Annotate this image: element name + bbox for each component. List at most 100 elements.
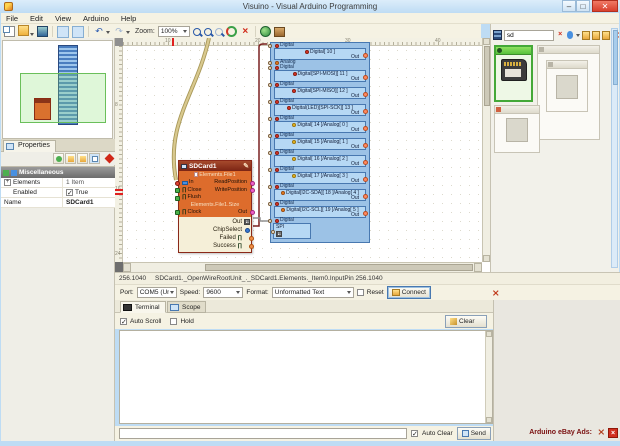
props-view-button[interactable] <box>89 153 100 164</box>
menu-arduino[interactable]: Arduino <box>78 13 114 23</box>
props-expand-button[interactable] <box>65 153 76 164</box>
out-pin-connector[interactable] <box>363 194 368 199</box>
toolbox-tile[interactable] <box>494 105 540 153</box>
chipselect-pin-connector[interactable] <box>245 228 250 233</box>
maximize-button[interactable]: □ <box>576 0 590 12</box>
scroll-up-button[interactable] <box>486 331 492 337</box>
menu-help[interactable]: Help <box>116 13 141 23</box>
auto-scroll-checkbox[interactable] <box>120 318 127 325</box>
spi-in-pin-connector[interactable] <box>276 231 282 237</box>
terminal-output[interactable] <box>119 330 493 424</box>
design-canvas[interactable]: 10 20 30 40 8 16 24 SDCard1 ✎ <box>115 38 490 272</box>
minimap-viewport-rect[interactable] <box>20 73 106 123</box>
pin-connector[interactable] <box>268 151 272 155</box>
component-search-input[interactable] <box>504 30 554 41</box>
expand-icon[interactable]: + <box>4 179 11 186</box>
build-upload-button[interactable] <box>226 26 237 37</box>
out-pin-connector[interactable] <box>363 75 368 80</box>
pin-connector[interactable] <box>268 219 272 223</box>
out-pin-connector[interactable] <box>363 160 368 165</box>
board-grid-icon[interactable] <box>493 30 502 40</box>
scroll-down-button[interactable] <box>483 255 490 262</box>
tab-terminal[interactable]: Terminal <box>120 301 166 313</box>
canvas-horizontal-scrollbar[interactable] <box>123 262 482 272</box>
scroll-right-button[interactable] <box>474 263 482 272</box>
toolbox-category-icon[interactable] <box>582 31 590 40</box>
spi-out-pin-connector[interactable] <box>244 219 250 225</box>
delete-button[interactable]: × <box>240 26 251 37</box>
web-link-icon[interactable] <box>260 26 271 37</box>
chevron-down-icon[interactable] <box>576 34 580 37</box>
port-select[interactable]: COM5 (Unava <box>137 287 177 298</box>
toolbox-tile-sdcard-selected[interactable] <box>494 45 533 102</box>
undo-button[interactable]: ↶ <box>93 26 110 37</box>
ads-settings-wrench-icon[interactable]: ⨯ <box>597 427 605 438</box>
scroll-up-button[interactable] <box>483 38 490 45</box>
toolbox-subtile[interactable] <box>546 60 588 112</box>
scroll-thumb[interactable] <box>205 264 473 271</box>
pin-connector[interactable] <box>268 117 272 121</box>
save-button[interactable] <box>37 26 48 37</box>
pin-connector[interactable] <box>268 83 272 87</box>
toolbox-category-icon[interactable] <box>602 31 610 40</box>
clear-button[interactable]: Clear <box>445 315 487 328</box>
scroll-thumb[interactable] <box>613 30 618 85</box>
out-pin-connector[interactable] <box>363 53 368 58</box>
toggle-left-panel-button[interactable] <box>57 26 69 38</box>
redo-button[interactable]: ↷ <box>113 26 130 37</box>
success-pin-connector[interactable] <box>249 244 254 249</box>
canvas-vertical-scrollbar[interactable] <box>482 38 490 262</box>
arduino-board-component[interactable]: Digital Digital[ 10 ]Out Analog Digital … <box>270 42 370 243</box>
zoom-in-button[interactable] <box>193 28 201 36</box>
tab-properties[interactable]: Properties <box>3 140 56 152</box>
board-spi-channel[interactable]: SPI <box>273 223 311 239</box>
pin-connector[interactable] <box>268 66 272 70</box>
project-minimap[interactable] <box>2 40 113 139</box>
properties-category-header[interactable]: Miscellaneous <box>1 167 115 178</box>
property-row-enabled[interactable]: Enabled True <box>1 188 115 198</box>
terminal-scrollbar[interactable] <box>485 331 492 423</box>
user-filter-icon[interactable] <box>567 31 574 39</box>
zoom-out-button[interactable] <box>215 28 223 36</box>
pin-connector[interactable] <box>268 185 272 189</box>
readposition-pin-connector[interactable] <box>250 181 255 186</box>
tab-scope[interactable]: Scope <box>167 301 206 313</box>
toolbox-scrollbar[interactable] <box>611 28 618 268</box>
toolbox-category-icon[interactable] <box>592 31 600 40</box>
sdcard-component[interactable]: SDCard1 ✎ Elements.File1 In ReadPosition… <box>178 160 252 253</box>
minimize-button[interactable]: – <box>562 0 576 12</box>
pin-connector[interactable] <box>268 44 272 48</box>
reset-checkbox[interactable] <box>357 289 364 296</box>
pin-connector[interactable] <box>268 134 272 138</box>
out-pin-connector[interactable] <box>363 126 368 131</box>
pin-connector[interactable] <box>268 202 272 206</box>
open-file-button[interactable] <box>18 25 34 38</box>
flush-pin-connector[interactable] <box>175 196 180 201</box>
scroll-thumb[interactable] <box>484 46 490 106</box>
connect-button[interactable]: Connect <box>387 286 431 299</box>
failed-pin-connector[interactable] <box>249 236 254 241</box>
scroll-left-button[interactable] <box>123 263 131 272</box>
out-pin-connector[interactable] <box>363 143 368 148</box>
send-input[interactable] <box>119 428 407 439</box>
enabled-checkbox[interactable] <box>66 189 73 196</box>
auto-clear-checkbox[interactable] <box>411 430 418 437</box>
property-row-name[interactable]: Name SDCard1 <box>1 198 115 208</box>
menu-edit[interactable]: Edit <box>25 13 48 23</box>
props-collapse-button[interactable] <box>77 153 88 164</box>
zoom-select[interactable]: 100% <box>158 26 190 37</box>
zoom-actual-button[interactable] <box>204 28 212 36</box>
window-titlebar[interactable]: Visuino - Visual Arduino Programming – □… <box>0 0 620 13</box>
hold-checkbox[interactable] <box>170 318 177 325</box>
close-button[interactable]: ✕ <box>592 0 618 12</box>
pin-connector[interactable] <box>268 61 272 65</box>
edit-pencil-icon[interactable]: ✎ <box>243 162 249 170</box>
clear-search-icon[interactable]: × <box>556 30 565 40</box>
pin-connector[interactable] <box>268 168 272 172</box>
props-filter-button[interactable] <box>53 153 64 164</box>
props-highlight-brush-icon[interactable] <box>104 153 115 164</box>
writeposition-pin-connector[interactable] <box>250 188 255 193</box>
in-pin-connector[interactable] <box>175 181 180 186</box>
scroll-down-button[interactable] <box>486 417 492 423</box>
package-icon[interactable] <box>274 27 285 37</box>
